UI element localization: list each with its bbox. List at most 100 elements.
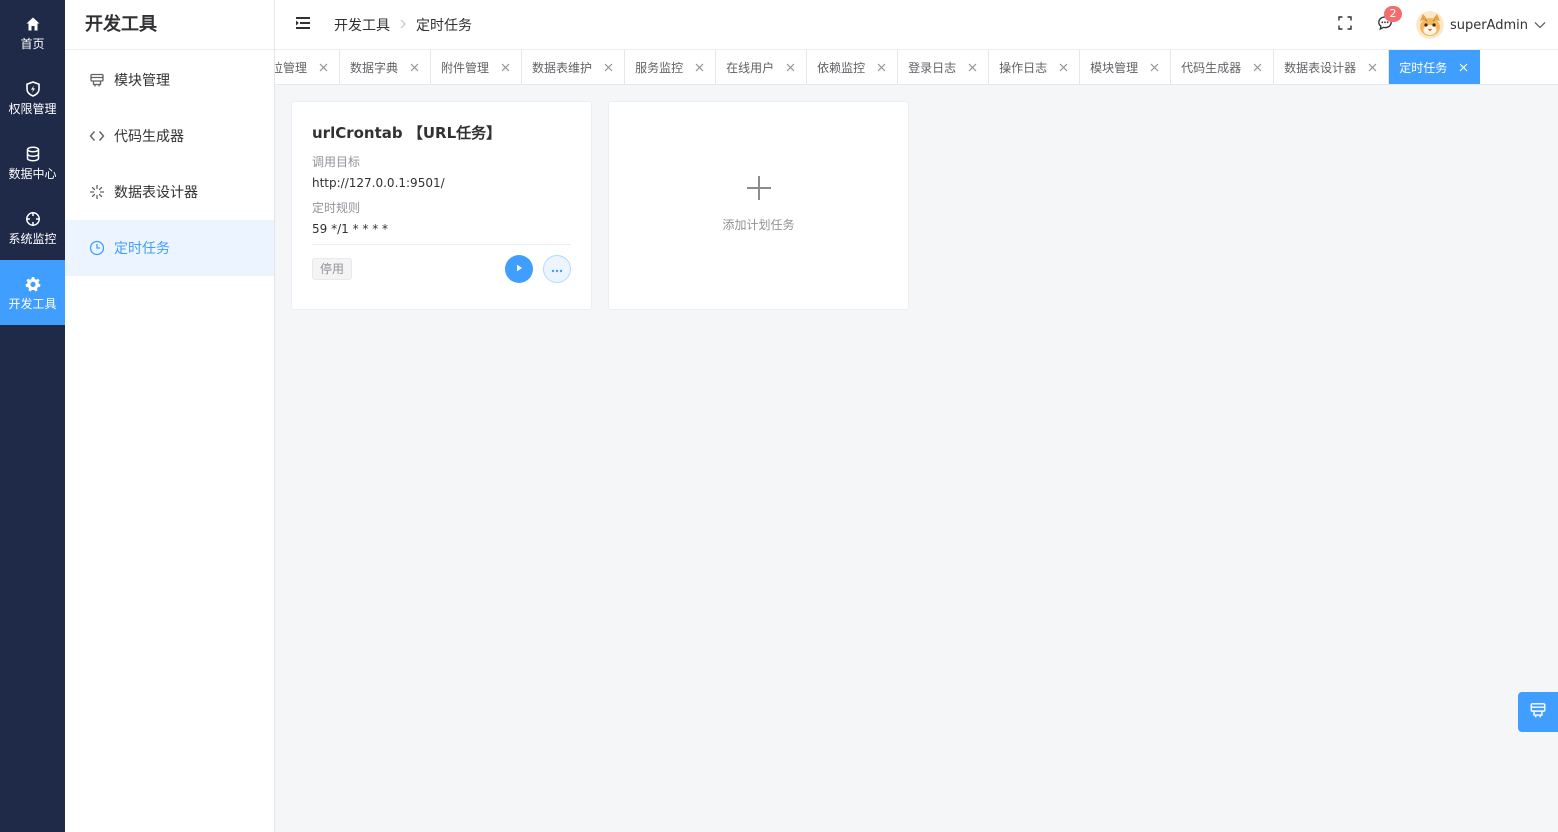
header-actions: 2 superAdmin [1336, 0, 1546, 50]
tab-label: 数据表维护 [532, 60, 593, 75]
submenu-item-scheduled-tasks[interactable]: 定时任务 [65, 220, 274, 276]
module-icon [89, 72, 105, 88]
more-actions-button[interactable] [543, 255, 571, 283]
submenu-item-label: 数据表设计器 [114, 185, 198, 201]
task-target-label: 调用目标 [312, 155, 361, 169]
close-icon[interactable] [1366, 61, 1378, 73]
tab-item[interactable]: 操作日志 [989, 50, 1081, 84]
tab-item[interactable]: 数据字典 [340, 50, 432, 84]
rail-item-dev-tools[interactable]: 开发工具 [0, 260, 65, 325]
tab-label: 代码生成器 [1181, 60, 1242, 75]
task-rule-label: 定时规则 [312, 201, 361, 215]
top-header: 开发工具 定时任务 2 superAdmin [275, 0, 1558, 50]
fullscreen-icon [1338, 16, 1352, 34]
task-actions [505, 255, 571, 283]
home-icon [24, 15, 42, 33]
tab-label: 数据表设计器 [1284, 60, 1357, 75]
chevron-down-icon[interactable] [1534, 19, 1546, 31]
tab-label: 岗位管理 [275, 60, 308, 75]
tab-item[interactable]: 附件管理 [431, 50, 523, 84]
clock-icon [89, 240, 105, 256]
rail-item-data-center[interactable]: 数据中心 [0, 130, 65, 195]
main-nav-rail: 首页 权限管理 数据中心 系统监控 开发工具 [0, 0, 65, 832]
close-icon[interactable] [408, 61, 420, 73]
close-icon[interactable] [1251, 61, 1263, 73]
tab-item[interactable]: 登录日志 [898, 50, 990, 84]
gear-icon [24, 275, 42, 293]
tab-item[interactable]: 数据表设计器 [1274, 50, 1390, 84]
close-icon[interactable] [499, 61, 511, 73]
tab-label: 依赖监控 [817, 60, 866, 75]
task-title: urlCrontab 【URL任务】 [312, 124, 502, 142]
submenu-item-module-management[interactable]: 模块管理 [65, 52, 274, 108]
tab-item[interactable]: 代码生成器 [1171, 50, 1275, 84]
rail-item-label: 开发工具 [8, 296, 57, 311]
tab-label: 附件管理 [441, 60, 490, 75]
collapse-menu-button[interactable] [296, 16, 310, 33]
play-icon [514, 262, 524, 277]
tab-item[interactable]: 数据表维护 [522, 50, 626, 84]
main-content: urlCrontab 【URL任务】 调用目标 http://127.0.0.1… [275, 85, 1558, 832]
close-icon[interactable] [1148, 61, 1160, 73]
submenu-item-code-generator[interactable]: 代码生成器 [65, 108, 274, 164]
tab-label: 数据字典 [350, 60, 399, 75]
tab-item[interactable]: 定时任务 [1389, 50, 1481, 84]
task-target-value: http://127.0.0.1:9501/ [312, 176, 445, 190]
messages-button[interactable]: 2 [1376, 6, 1402, 34]
tab-item[interactable]: 模块管理 [1080, 50, 1172, 84]
submenu-item-table-designer[interactable]: 数据表设计器 [65, 164, 274, 220]
submenu-title: 开发工具 [65, 0, 274, 50]
close-icon[interactable] [1057, 61, 1069, 73]
database-icon [24, 145, 42, 163]
notification-badge: 2 [1383, 6, 1402, 22]
module-icon [1529, 701, 1547, 723]
submenu-item-label: 定时任务 [114, 241, 170, 257]
close-icon[interactable] [693, 61, 705, 73]
crosshair-icon [24, 210, 42, 228]
menu-fold-icon [296, 16, 310, 33]
sub-menu-panel: 开发工具 模块管理 代码生成器 数据表设计器 定时任务 [65, 0, 275, 832]
avatar[interactable] [1415, 11, 1444, 39]
tabs-list: 岗位管理 数据字典 附件管理 数据表维护 服务监控 在线用户 依赖监控 登录日志 操作日志 模块管… [275, 50, 1481, 84]
close-icon[interactable] [875, 61, 887, 73]
loading-icon [89, 184, 105, 200]
floating-toolbox-button[interactable] [1518, 692, 1558, 732]
tab-item[interactable]: 依赖监控 [807, 50, 899, 84]
task-card: urlCrontab 【URL任务】 调用目标 http://127.0.0.1… [291, 101, 592, 310]
rail-item-label: 系统监控 [8, 231, 57, 246]
shield-icon [24, 80, 42, 98]
breadcrumb: 开发工具 定时任务 [334, 15, 472, 35]
more-icon [551, 262, 563, 277]
run-task-button[interactable] [505, 255, 533, 283]
tab-item[interactable]: 在线用户 [716, 50, 808, 84]
tab-item[interactable]: 服务监控 [625, 50, 717, 84]
rail-item-home[interactable]: 首页 [0, 0, 65, 65]
status-badge: 停用 [312, 258, 353, 280]
username[interactable]: superAdmin [1450, 18, 1528, 33]
close-icon[interactable] [966, 61, 978, 73]
tab-item[interactable]: 岗位管理 [275, 50, 341, 84]
submenu-item-label: 代码生成器 [114, 129, 184, 145]
rail-item-monitor[interactable]: 系统监控 [0, 195, 65, 260]
tab-label: 登录日志 [908, 60, 957, 75]
fullscreen-button[interactable] [1336, 16, 1354, 34]
tab-label: 服务监控 [635, 60, 684, 75]
close-icon[interactable] [317, 61, 329, 73]
breadcrumb-item[interactable]: 开发工具 [334, 15, 390, 35]
rail-item-permissions[interactable]: 权限管理 [0, 65, 65, 130]
task-rule-value: 59 */1 * * * * [312, 222, 389, 236]
close-icon[interactable] [1457, 61, 1469, 73]
rail-item-label: 首页 [20, 36, 45, 51]
add-task-card[interactable]: 添加计划任务 [608, 101, 909, 310]
task-card-footer: 停用 [312, 245, 571, 293]
rail-item-label: 数据中心 [8, 166, 57, 181]
add-task-label: 添加计划任务 [722, 218, 795, 232]
close-icon[interactable] [784, 61, 796, 73]
tabs-bar: 岗位管理 数据字典 附件管理 数据表维护 服务监控 在线用户 依赖监控 登录日志 操作日志 模块管… [275, 50, 1558, 85]
chevron-right-icon [399, 18, 407, 32]
close-icon[interactable] [602, 61, 614, 73]
tab-label: 定时任务 [1399, 60, 1448, 75]
submenu-item-label: 模块管理 [114, 73, 170, 89]
tab-label: 在线用户 [726, 60, 775, 75]
plus-icon [745, 174, 773, 202]
